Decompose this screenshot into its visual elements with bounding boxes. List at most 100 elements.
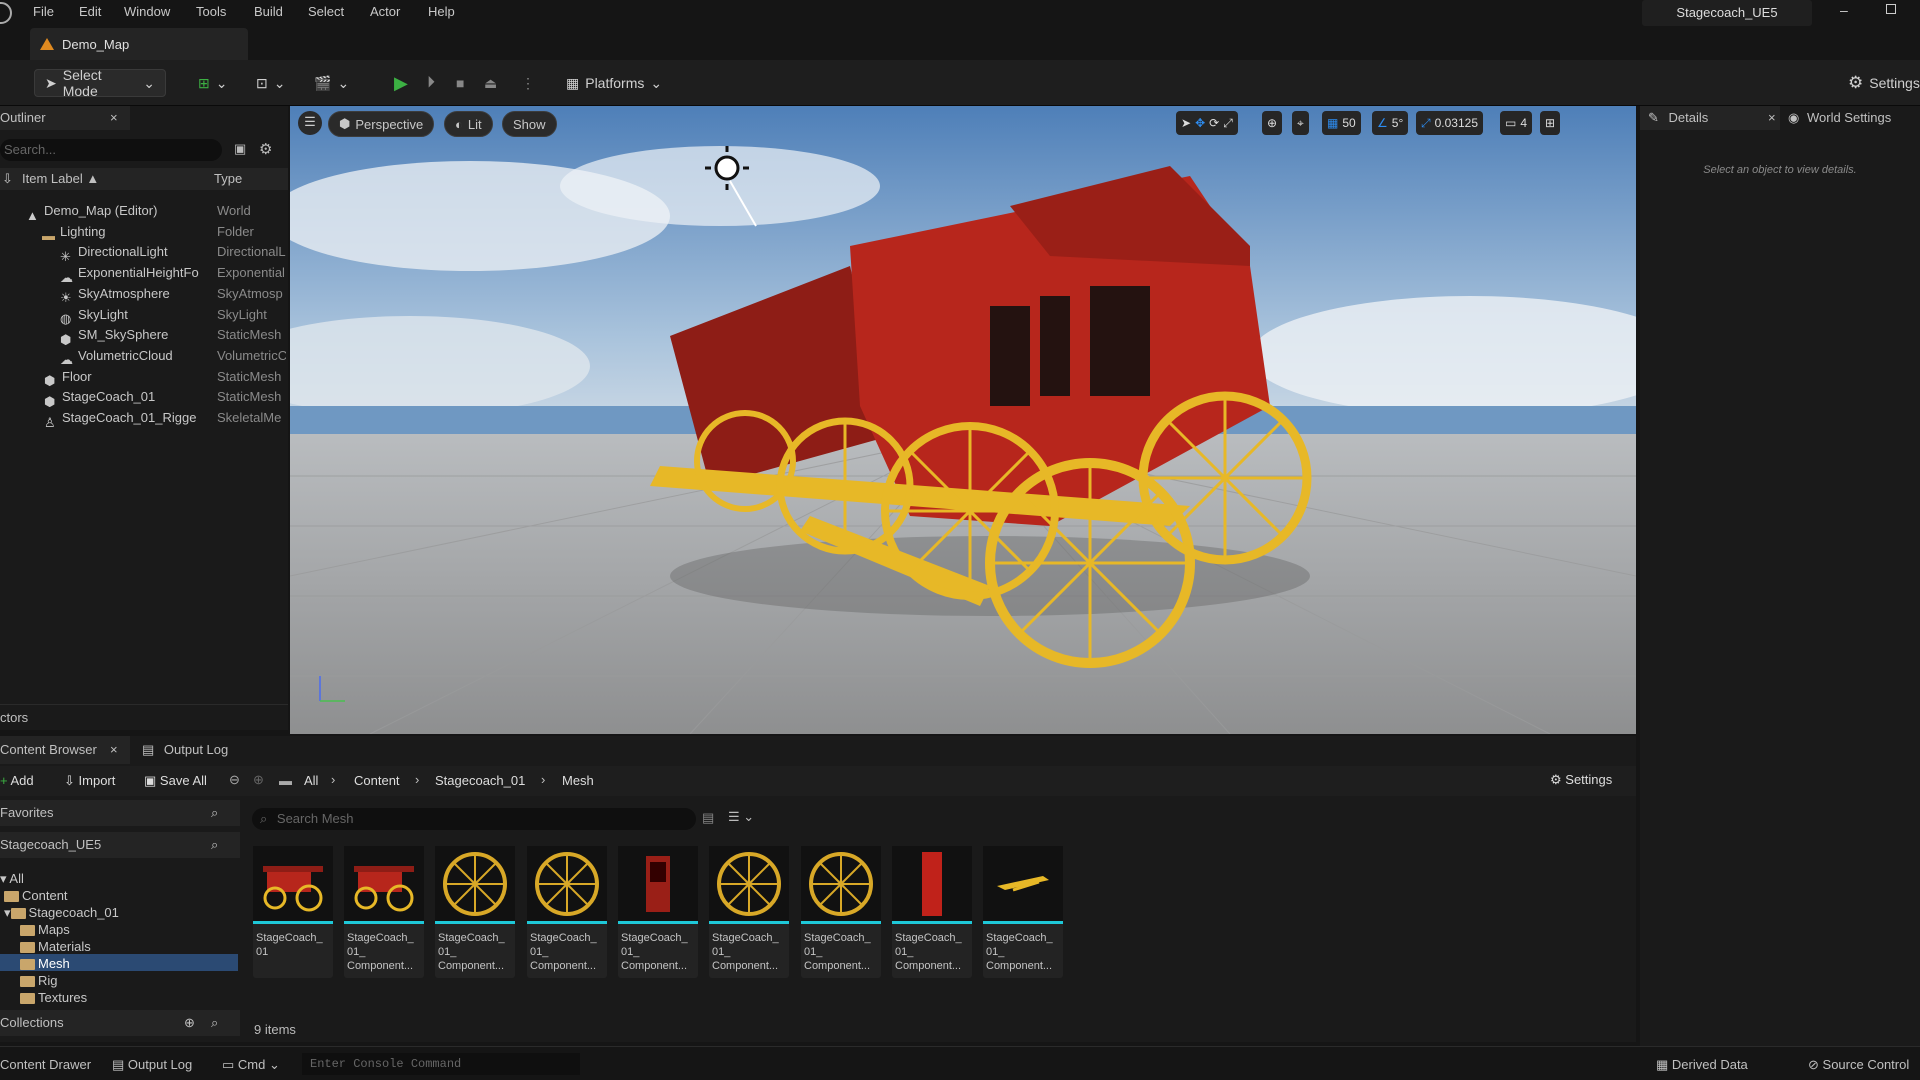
forward-icon[interactable]: ⊕ [253, 772, 264, 788]
back-icon[interactable]: ⊖ [229, 772, 240, 788]
outliner-search-field[interactable]: Search... [0, 139, 222, 161]
tree-item-all[interactable]: ▾ All [0, 871, 24, 887]
menu-file[interactable]: File [33, 4, 54, 19]
output-log-button[interactable]: ▤ Output Log [112, 1057, 192, 1073]
content-settings-button[interactable]: ⚙ Settings [1550, 772, 1612, 788]
breadcrumb-mesh[interactable]: Mesh [562, 773, 594, 788]
asset-search-field[interactable]: ⌕ Search Mesh [252, 808, 696, 830]
outliner-row[interactable]: ☁ ExponentialHeightFo Exponential [0, 262, 286, 283]
save-all-button[interactable]: ▣ Save All [144, 773, 207, 789]
menu-tools[interactable]: Tools [196, 4, 226, 19]
search-icon[interactable]: ⌕ [211, 832, 218, 858]
add-button[interactable]: + Add [0, 773, 34, 788]
menu-actor[interactable]: Actor [370, 4, 400, 19]
tree-item-materials[interactable]: Materials [20, 939, 91, 954]
step-button[interactable]: ⏵ [427, 69, 435, 97]
asset-tile[interactable]: StageCoach_ 01_ Component... [618, 846, 698, 978]
column-type[interactable]: Type [214, 168, 242, 190]
breadcrumb-content[interactable]: Content [354, 773, 400, 788]
filter-icon[interactable]: ☰ ⌄ [728, 809, 754, 825]
favorites-header[interactable]: Favorites ⌕ [0, 800, 240, 826]
add-actor-button[interactable]: ⊞ ⌄ [198, 69, 227, 97]
show-button[interactable]: Show [502, 111, 557, 137]
outliner-row[interactable]: ⬢ SM_SkySphere StaticMesh [0, 324, 286, 345]
breadcrumb-stagecoach[interactable]: Stagecoach_01 [435, 773, 525, 788]
details-tab[interactable]: ✎ Details × [1640, 106, 1780, 130]
more-options-icon[interactable]: ⋮ [521, 69, 535, 97]
close-icon[interactable]: × [1768, 106, 1776, 130]
outliner-row[interactable]: ✳ DirectionalLight DirectionalL [0, 241, 286, 262]
tree-item-mesh[interactable]: Mesh [20, 956, 70, 971]
camera-speed-button[interactable]: ▭ 4 [1500, 111, 1533, 135]
menu-edit[interactable]: Edit [79, 4, 101, 19]
menu-build[interactable]: Build [254, 4, 283, 19]
tree-item-content[interactable]: Content [4, 888, 68, 903]
lit-button[interactable]: ◐ Lit [444, 111, 493, 137]
project-header[interactable]: Stagecoach_UE5 ⌕ [0, 832, 240, 858]
outliner-tab[interactable]: Outliner × [0, 106, 130, 130]
content-drawer-button[interactable]: Content Drawer [0, 1057, 91, 1072]
minimize-button[interactable]: – [1840, 2, 1848, 18]
outliner-row[interactable]: ⬢ Floor StaticMesh [0, 366, 286, 387]
outliner-row[interactable]: ☁ VolumetricCloud VolumetricC [0, 345, 286, 366]
select-mode-button[interactable]: ➤ Select Mode ⌄ [34, 67, 166, 99]
eject-button[interactable]: ⏏ [484, 69, 497, 97]
asset-tile[interactable]: StageCoach_ 01_ Component... [801, 846, 881, 978]
pin-icon[interactable]: ⇩ [2, 168, 13, 190]
add-folder-icon[interactable]: ▣ [234, 141, 246, 157]
asset-tile[interactable]: StageCoach_ 01_ Component... [435, 846, 515, 978]
asset-tile[interactable]: StageCoach_ 01_ Component... [344, 846, 424, 978]
outliner-row[interactable]: ☀ SkyAtmosphere SkyAtmosp [0, 283, 286, 304]
scale-snap-button[interactable]: ⤢ 0.03125 [1416, 111, 1483, 135]
world-local-toggle[interactable]: ⊕ [1262, 111, 1283, 135]
level-viewport[interactable]: ☰ ⬢ Perspective ◐ Lit Show ➤ ✥ ⟳ ⤢ ⊕ ⌖ ▦ 50… [290, 106, 1636, 734]
tree-item-rig[interactable]: Rig [20, 973, 58, 988]
column-item-label[interactable]: Item Label ▲ [22, 168, 99, 190]
menu-help[interactable]: Help [428, 4, 455, 19]
select-tool-icon[interactable]: ➤ [1181, 116, 1191, 130]
source-control-button[interactable]: ⊘ Source Control [1808, 1057, 1909, 1073]
derived-data-button[interactable]: ▦ Derived Data [1656, 1057, 1748, 1073]
asset-tile[interactable]: StageCoach_ 01_ Component... [709, 846, 789, 978]
unreal-logo-icon[interactable] [0, 2, 12, 24]
close-icon[interactable]: × [110, 106, 118, 130]
outliner-row[interactable]: ◍ SkyLight SkyLight [0, 304, 286, 325]
viewport-options-button[interactable]: ☰ [298, 111, 322, 135]
asset-tile[interactable]: StageCoach_ 01 [253, 846, 333, 978]
asset-tile[interactable]: StageCoach_ 01_ Component... [527, 846, 607, 978]
menu-select[interactable]: Select [308, 4, 344, 19]
translate-tool-icon[interactable]: ✥ [1195, 116, 1205, 130]
search-icon[interactable]: ⌕ [211, 800, 218, 826]
import-button[interactable]: ⇩ Import [64, 773, 115, 789]
grid-snap-button[interactable]: ▦ 50 [1322, 111, 1361, 135]
breadcrumb-all[interactable]: All [304, 773, 318, 788]
scale-tool-icon[interactable]: ⤢ [1223, 116, 1233, 131]
cmd-button[interactable]: ▭ Cmd ⌄ [222, 1057, 280, 1073]
gear-icon[interactable]: ⚙ [259, 140, 272, 158]
surface-snap-toggle[interactable]: ⌖ [1292, 111, 1309, 135]
world-settings-tab[interactable]: ◉ World Settings [1788, 106, 1891, 130]
viewport-layout-button[interactable]: ⊞ [1540, 111, 1561, 135]
outliner-row[interactable]: ⬢ StageCoach_01 StaticMesh [0, 386, 286, 407]
outliner-row[interactable]: ▬ Lighting Folder [0, 221, 286, 242]
perspective-button[interactable]: ⬢ Perspective [328, 111, 435, 137]
add-collection-icon[interactable]: ⊕ [184, 1010, 195, 1036]
tree-item-maps[interactable]: Maps [20, 922, 70, 937]
output-log-tab[interactable]: ▤ Output Log [142, 736, 228, 764]
console-input[interactable]: Enter Console Command [302, 1053, 580, 1075]
outliner-row[interactable]: ♙ StageCoach_01_Rigge SkeletalMe [0, 407, 286, 428]
play-button[interactable]: ▶ [394, 69, 408, 97]
angle-snap-button[interactable]: ∠ 5° [1372, 111, 1409, 135]
menu-window[interactable]: Window [124, 4, 170, 19]
save-search-icon[interactable]: ▤ [702, 810, 714, 826]
settings-button[interactable]: ⚙ Settings [1848, 69, 1920, 97]
rotate-tool-icon[interactable]: ⟳ [1209, 116, 1219, 130]
stop-button[interactable]: ■ [456, 69, 464, 97]
tree-item-textures[interactable]: Textures [20, 990, 87, 1005]
asset-tile[interactable]: StageCoach_ 01_ Component... [983, 846, 1063, 978]
content-browser-tab[interactable]: Content Browser × [0, 736, 130, 764]
map-tab[interactable]: Demo_Map [30, 28, 248, 60]
maximize-button[interactable] [1886, 4, 1896, 14]
outliner-row[interactable]: ▲ Demo_Map (Editor) World [0, 200, 286, 221]
asset-tile[interactable]: StageCoach_ 01_ Component... [892, 846, 972, 978]
